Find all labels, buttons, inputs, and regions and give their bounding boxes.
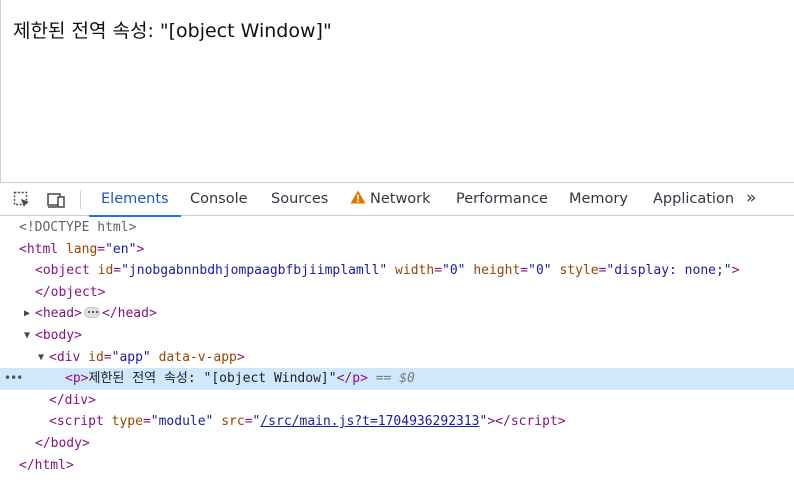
tag-name: html xyxy=(34,457,66,473)
dom-node-html-close[interactable]: </html> xyxy=(0,455,794,477)
dom-node-div-app[interactable]: ▼ <div id="app" data-v-app> xyxy=(0,347,794,369)
page-viewport: 제한된 전역 속성: "[object Window]" xyxy=(0,0,794,182)
tab-label: Application xyxy=(653,191,735,207)
inspect-element-icon[interactable] xyxy=(13,191,31,209)
dom-node-body[interactable]: ▼ <body> xyxy=(0,325,794,347)
attr-value: "app" xyxy=(111,349,151,365)
tab-label: Network xyxy=(370,191,431,207)
attr-name: style xyxy=(559,263,599,279)
attr-value: "en" xyxy=(105,241,137,257)
tab-label: Elements xyxy=(101,191,169,207)
collapse-triangle-icon[interactable]: ▼ xyxy=(36,347,46,369)
expand-triangle-icon[interactable]: ▶ xyxy=(22,303,32,325)
tag-name: html xyxy=(26,241,59,257)
dom-node-div-close[interactable]: </div> xyxy=(0,390,794,412)
dom-node-p-selected[interactable]: ••• <p>제한된 전역 속성: "[object Window]"</p> … xyxy=(0,368,794,390)
tag-name: head xyxy=(42,306,75,322)
tag-name: object xyxy=(42,263,90,279)
tag-name: body xyxy=(50,435,82,451)
dom-node-body-close[interactable]: </body> xyxy=(0,433,794,455)
attr-name: src xyxy=(221,414,245,430)
tag-name: div xyxy=(64,392,89,408)
tag-name: p xyxy=(72,371,81,387)
dom-node-head[interactable]: ▶ <head> </head> xyxy=(0,303,794,325)
attr-value: "jnobgabnnbdhjompaagbfbjiimplamll" xyxy=(121,263,388,279)
devtools-toolbar: Elements Console Sources Network Perform… xyxy=(0,183,794,217)
tag-name: object xyxy=(50,284,98,300)
attr-name: data-v-app xyxy=(158,349,237,365)
tag-name: head xyxy=(117,306,149,322)
attr-value: "0" xyxy=(528,263,552,279)
device-toolbar-icon[interactable] xyxy=(47,191,65,209)
dom-node-script[interactable]: <script type="module" src="/src/main.js?… xyxy=(0,411,794,433)
tab-performance[interactable]: Performance xyxy=(456,183,548,216)
page-paragraph: 제한된 전역 속성: "[object Window]" xyxy=(13,20,332,42)
attr-name: id xyxy=(88,349,104,365)
tab-label: Memory xyxy=(569,191,628,207)
doctype-text: <!DOCTYPE html> xyxy=(19,220,137,235)
tab-elements[interactable]: Elements xyxy=(89,183,181,217)
attr-name: height xyxy=(473,263,521,279)
tab-label: Console xyxy=(190,191,248,207)
attr-name: id xyxy=(97,263,114,279)
tab-label: Sources xyxy=(271,191,329,207)
dom-node-doctype[interactable]: <!DOCTYPE html> xyxy=(0,217,794,239)
node-text: 제한된 전역 속성: "[object Window]" xyxy=(88,371,337,387)
tab-sources[interactable]: Sources xyxy=(271,183,328,216)
tab-console[interactable]: Console xyxy=(190,183,248,216)
attr-name: lang xyxy=(65,241,98,257)
tag-name: script xyxy=(510,414,558,430)
toolbar-divider xyxy=(80,191,81,209)
dom-node-html[interactable]: <html lang="en"> xyxy=(0,239,794,261)
collapse-triangle-icon[interactable]: ▼ xyxy=(22,325,32,347)
devtools-panel: Elements Console Sources Network Perform… xyxy=(0,182,794,486)
tag-name: p xyxy=(352,371,361,387)
attr-value: "module" xyxy=(150,414,214,430)
attr-value: "0" xyxy=(442,263,466,279)
tag-name: script xyxy=(56,414,104,430)
tab-label: Performance xyxy=(456,191,548,207)
warning-icon xyxy=(350,190,366,204)
collapsed-content-icon[interactable] xyxy=(83,307,100,319)
dom-node-object-close[interactable]: </object> xyxy=(0,282,794,304)
selected-node-ref: == $0 xyxy=(375,371,415,387)
more-options-icon[interactable]: ••• xyxy=(4,368,23,390)
dom-tree: <!DOCTYPE html> <html lang="en"> <object… xyxy=(0,217,794,476)
attr-name: type xyxy=(111,414,143,430)
tab-network[interactable]: Network xyxy=(350,183,431,216)
attr-name: width xyxy=(395,263,435,279)
tag-name: div xyxy=(56,349,81,365)
dom-node-object[interactable]: <object id="jnobgabnnbdhjompaagbfbjiimpl… xyxy=(0,260,794,282)
attr-value: "display: none;" xyxy=(606,263,732,279)
tab-application[interactable]: Application xyxy=(653,183,734,216)
tab-memory[interactable]: Memory xyxy=(569,183,628,216)
script-src-link[interactable]: /src/main.js?t=1704936292313 xyxy=(260,414,479,429)
more-tabs-chevron-icon[interactable]: » xyxy=(746,183,757,216)
tag-name: body xyxy=(42,327,75,343)
